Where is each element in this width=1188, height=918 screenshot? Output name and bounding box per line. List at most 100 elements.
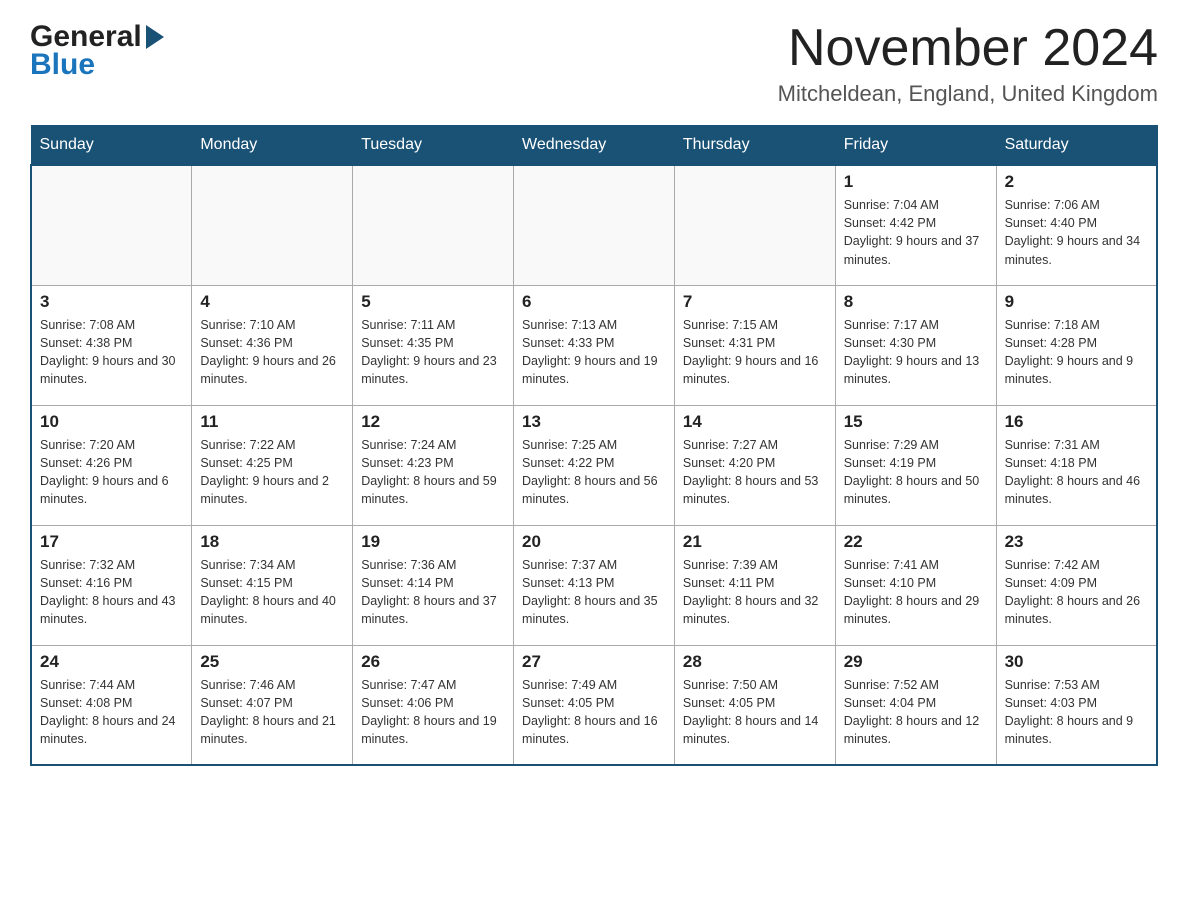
day-number: 4	[200, 292, 344, 312]
day-number: 24	[40, 652, 183, 672]
day-number: 12	[361, 412, 505, 432]
day-info: Sunrise: 7:52 AM Sunset: 4:04 PM Dayligh…	[844, 676, 988, 749]
day-info: Sunrise: 7:18 AM Sunset: 4:28 PM Dayligh…	[1005, 316, 1148, 389]
calendar-cell: 16Sunrise: 7:31 AM Sunset: 4:18 PM Dayli…	[996, 405, 1157, 525]
day-info: Sunrise: 7:46 AM Sunset: 4:07 PM Dayligh…	[200, 676, 344, 749]
day-info: Sunrise: 7:32 AM Sunset: 4:16 PM Dayligh…	[40, 556, 183, 629]
day-number: 2	[1005, 172, 1148, 192]
calendar-header-row: SundayMondayTuesdayWednesdayThursdayFrid…	[31, 126, 1157, 166]
day-number: 8	[844, 292, 988, 312]
day-number: 27	[522, 652, 666, 672]
day-number: 11	[200, 412, 344, 432]
logo-blue-text: Blue	[30, 48, 164, 82]
calendar-cell: 27 Sunrise: 7:49 AM Sunset: 4:05 PM Dayli…	[514, 645, 675, 765]
calendar-cell: 7 Sunrise: 7:15 AM Sunset: 4:31 PM Daylig…	[674, 285, 835, 405]
calendar-cell: 8 Sunrise: 7:17 AM Sunset: 4:30 PM Daylig…	[835, 285, 996, 405]
calendar-cell: 14Sunrise: 7:27 AM Sunset: 4:20 PM Dayli…	[674, 405, 835, 525]
column-header-saturday: Saturday	[996, 126, 1157, 166]
calendar-cell: 22 Sunrise: 7:41 AM Sunset: 4:10 PM Dayli…	[835, 525, 996, 645]
calendar-cell: 18 Sunrise: 7:34 AM Sunset: 4:15 PM Dayli…	[192, 525, 353, 645]
day-info: Sunrise: 7:27 AM Sunset: 4:20 PM Dayligh…	[683, 436, 827, 509]
day-info: Sunrise: 7:13 AM Sunset: 4:33 PM Dayligh…	[522, 316, 666, 389]
month-title: November 2024	[778, 20, 1158, 77]
calendar-cell: 1 Sunrise: 7:04 AM Sunset: 4:42 PM Daylig…	[835, 165, 996, 285]
calendar-cell	[514, 165, 675, 285]
column-header-monday: Monday	[192, 126, 353, 166]
day-info: Sunrise: 7:41 AM Sunset: 4:10 PM Dayligh…	[844, 556, 988, 629]
day-info: Sunrise: 7:17 AM Sunset: 4:30 PM Dayligh…	[844, 316, 988, 389]
day-info: Sunrise: 7:15 AM Sunset: 4:31 PM Dayligh…	[683, 316, 827, 389]
day-info: Sunrise: 7:47 AM Sunset: 4:06 PM Dayligh…	[361, 676, 505, 749]
day-info: Sunrise: 7:44 AM Sunset: 4:08 PM Dayligh…	[40, 676, 183, 749]
calendar-cell: 20Sunrise: 7:37 AM Sunset: 4:13 PM Dayli…	[514, 525, 675, 645]
day-number: 23	[1005, 532, 1148, 552]
calendar-cell: 24 Sunrise: 7:44 AM Sunset: 4:08 PM Dayli…	[31, 645, 192, 765]
day-info: Sunrise: 7:53 AM Sunset: 4:03 PM Dayligh…	[1005, 676, 1148, 749]
location-text: Mitcheldean, England, United Kingdom	[778, 81, 1158, 107]
day-number: 21	[683, 532, 827, 552]
calendar-cell	[192, 165, 353, 285]
calendar-week-row: 10 Sunrise: 7:20 AM Sunset: 4:26 PM Dayli…	[31, 405, 1157, 525]
day-number: 7	[683, 292, 827, 312]
day-info: Sunrise: 7:34 AM Sunset: 4:15 PM Dayligh…	[200, 556, 344, 629]
calendar-cell	[353, 165, 514, 285]
day-info: Sunrise: 7:49 AM Sunset: 4:05 PM Dayligh…	[522, 676, 666, 749]
day-info: Sunrise: 7:22 AM Sunset: 4:25 PM Dayligh…	[200, 436, 344, 509]
day-number: 17	[40, 532, 183, 552]
day-number: 1	[844, 172, 988, 192]
calendar-cell: 13 Sunrise: 7:25 AM Sunset: 4:22 PM Dayli…	[514, 405, 675, 525]
day-number: 6	[522, 292, 666, 312]
day-number: 29	[844, 652, 988, 672]
page-header: General Blue November 2024 Mitcheldean, …	[30, 20, 1158, 107]
day-info: Sunrise: 7:36 AM Sunset: 4:14 PM Dayligh…	[361, 556, 505, 629]
calendar-cell: 12 Sunrise: 7:24 AM Sunset: 4:23 PM Dayli…	[353, 405, 514, 525]
day-number: 19	[361, 532, 505, 552]
day-info: Sunrise: 7:42 AM Sunset: 4:09 PM Dayligh…	[1005, 556, 1148, 629]
day-number: 26	[361, 652, 505, 672]
calendar-cell: 21 Sunrise: 7:39 AM Sunset: 4:11 PM Dayli…	[674, 525, 835, 645]
day-number: 28	[683, 652, 827, 672]
day-info: Sunrise: 7:29 AM Sunset: 4:19 PM Dayligh…	[844, 436, 988, 509]
calendar-cell	[674, 165, 835, 285]
calendar-week-row: 1 Sunrise: 7:04 AM Sunset: 4:42 PM Daylig…	[31, 165, 1157, 285]
day-info: Sunrise: 7:50 AM Sunset: 4:05 PM Dayligh…	[683, 676, 827, 749]
day-number: 22	[844, 532, 988, 552]
calendar-cell: 2 Sunrise: 7:06 AM Sunset: 4:40 PM Daylig…	[996, 165, 1157, 285]
calendar-cell: 29 Sunrise: 7:52 AM Sunset: 4:04 PM Dayli…	[835, 645, 996, 765]
day-info: Sunrise: 7:24 AM Sunset: 4:23 PM Dayligh…	[361, 436, 505, 509]
day-info: Sunrise: 7:04 AM Sunset: 4:42 PM Dayligh…	[844, 196, 988, 269]
column-header-sunday: Sunday	[31, 126, 192, 166]
day-number: 15	[844, 412, 988, 432]
day-info: Sunrise: 7:25 AM Sunset: 4:22 PM Dayligh…	[522, 436, 666, 509]
calendar-cell: 25 Sunrise: 7:46 AM Sunset: 4:07 PM Dayli…	[192, 645, 353, 765]
calendar-cell: 15 Sunrise: 7:29 AM Sunset: 4:19 PM Dayli…	[835, 405, 996, 525]
calendar-cell: 17 Sunrise: 7:32 AM Sunset: 4:16 PM Dayli…	[31, 525, 192, 645]
day-number: 13	[522, 412, 666, 432]
calendar-cell: 19 Sunrise: 7:36 AM Sunset: 4:14 PM Dayli…	[353, 525, 514, 645]
day-info: Sunrise: 7:06 AM Sunset: 4:40 PM Dayligh…	[1005, 196, 1148, 269]
day-info: Sunrise: 7:11 AM Sunset: 4:35 PM Dayligh…	[361, 316, 505, 389]
day-number: 18	[200, 532, 344, 552]
day-info: Sunrise: 7:39 AM Sunset: 4:11 PM Dayligh…	[683, 556, 827, 629]
calendar-cell: 5 Sunrise: 7:11 AM Sunset: 4:35 PM Daylig…	[353, 285, 514, 405]
calendar-cell: 4 Sunrise: 7:10 AM Sunset: 4:36 PM Daylig…	[192, 285, 353, 405]
day-info: Sunrise: 7:20 AM Sunset: 4:26 PM Dayligh…	[40, 436, 183, 509]
column-header-tuesday: Tuesday	[353, 126, 514, 166]
calendar-week-row: 24 Sunrise: 7:44 AM Sunset: 4:08 PM Dayli…	[31, 645, 1157, 765]
day-number: 5	[361, 292, 505, 312]
calendar-cell: 28 Sunrise: 7:50 AM Sunset: 4:05 PM Dayli…	[674, 645, 835, 765]
calendar-cell: 11 Sunrise: 7:22 AM Sunset: 4:25 PM Dayli…	[192, 405, 353, 525]
day-number: 3	[40, 292, 183, 312]
calendar-table: SundayMondayTuesdayWednesdayThursdayFrid…	[30, 125, 1158, 766]
day-info: Sunrise: 7:08 AM Sunset: 4:38 PM Dayligh…	[40, 316, 183, 389]
day-number: 25	[200, 652, 344, 672]
calendar-cell: 6 Sunrise: 7:13 AM Sunset: 4:33 PM Daylig…	[514, 285, 675, 405]
day-info: Sunrise: 7:10 AM Sunset: 4:36 PM Dayligh…	[200, 316, 344, 389]
day-number: 10	[40, 412, 183, 432]
calendar-cell	[31, 165, 192, 285]
column-header-wednesday: Wednesday	[514, 126, 675, 166]
day-number: 16	[1005, 412, 1148, 432]
logo-arrow-icon	[146, 25, 164, 49]
column-header-thursday: Thursday	[674, 126, 835, 166]
calendar-cell: 23 Sunrise: 7:42 AM Sunset: 4:09 PM Dayli…	[996, 525, 1157, 645]
